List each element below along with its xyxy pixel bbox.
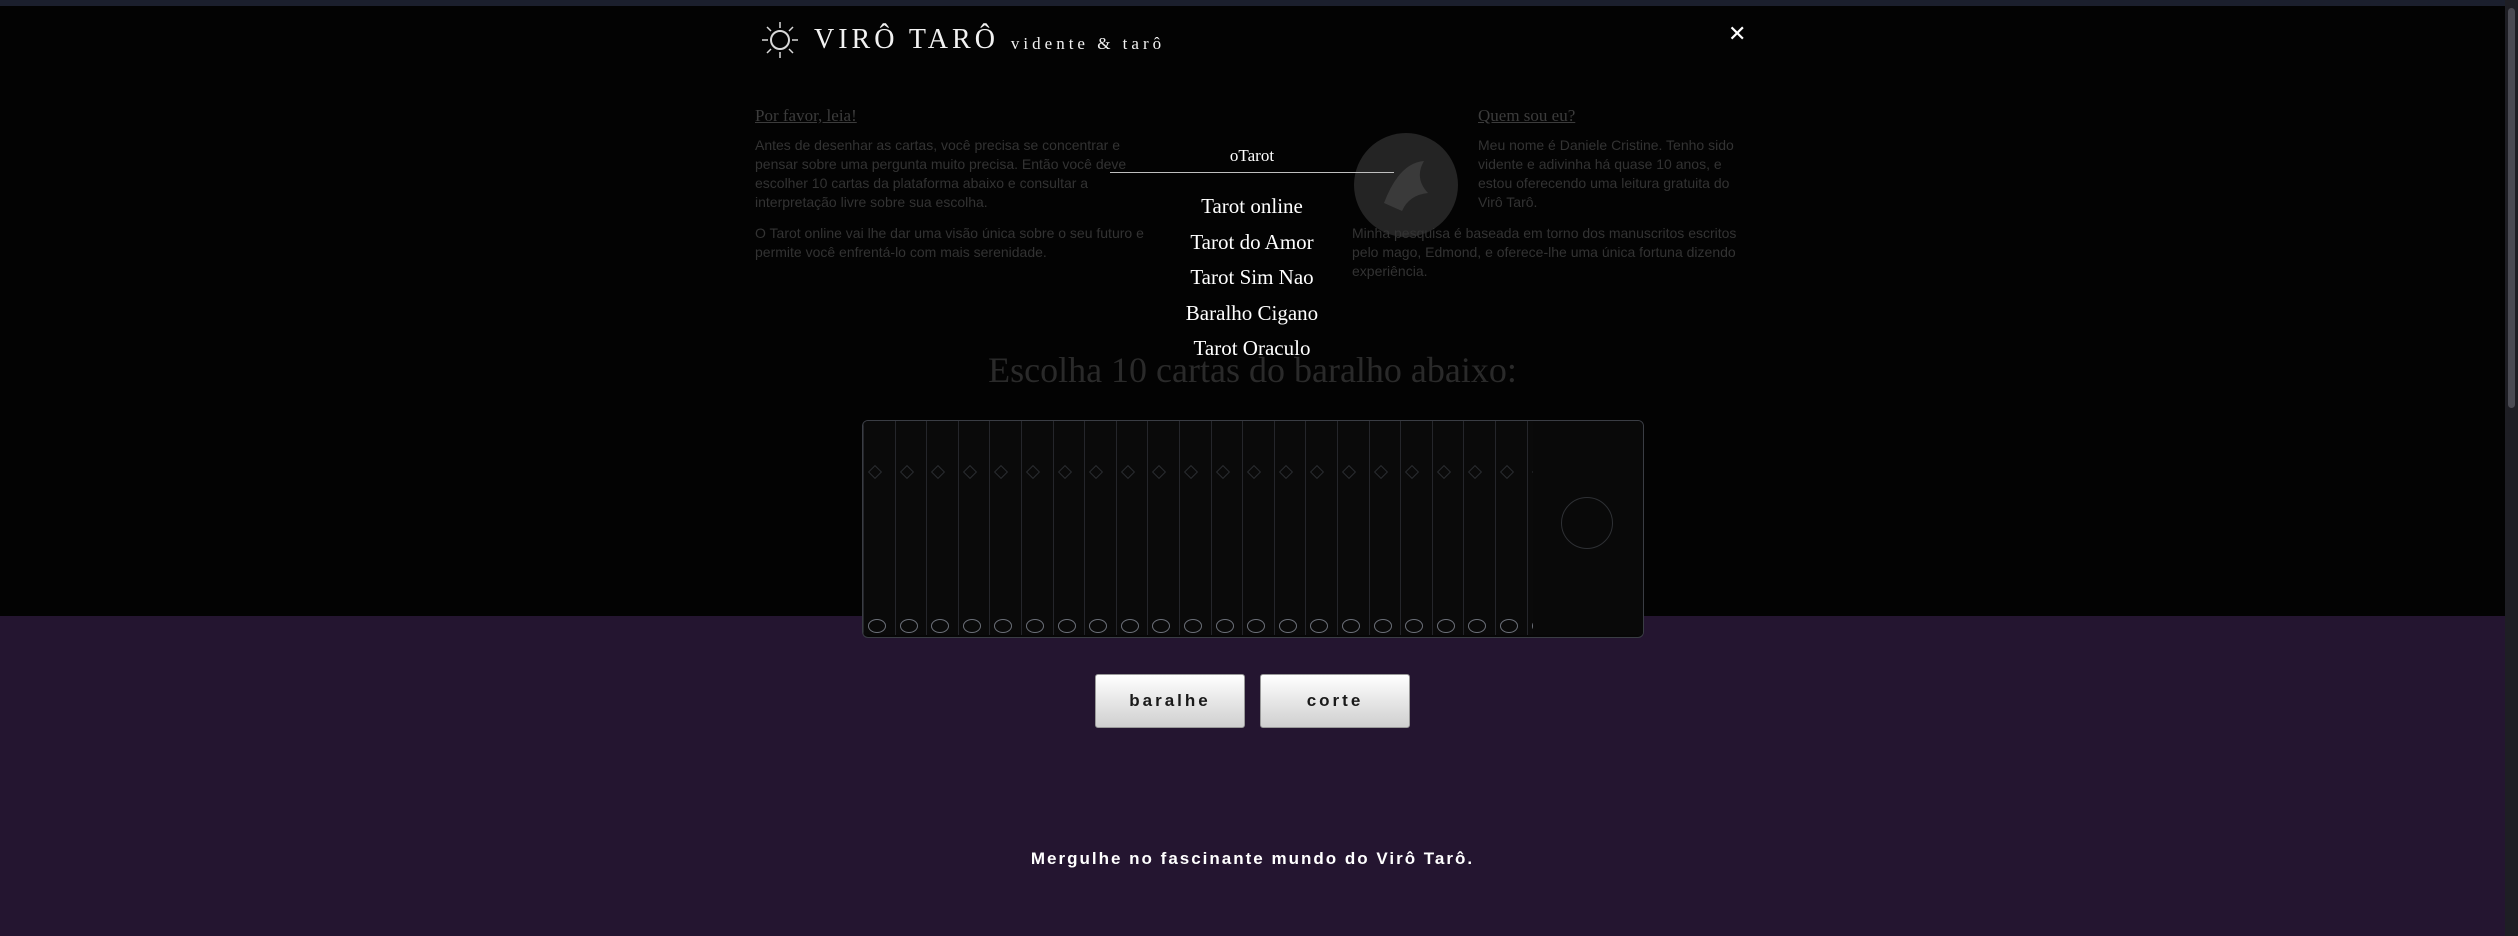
card-rose-icon bbox=[1373, 619, 1392, 633]
card-star-icon bbox=[1278, 464, 1293, 480]
card-sun-icon bbox=[1561, 497, 1613, 549]
card-star-icon bbox=[867, 464, 883, 480]
card-star-icon bbox=[899, 464, 914, 480]
deck-actions: baralhe corte bbox=[1095, 674, 1410, 728]
cut-button[interactable]: corte bbox=[1260, 674, 1410, 728]
menu-item-baralho-cigano[interactable]: Baralho Cigano bbox=[1110, 296, 1394, 332]
card-rose-icon bbox=[1057, 619, 1076, 633]
card-star-icon bbox=[1057, 464, 1072, 480]
brand-name: VIRÔ TARÔ bbox=[814, 24, 999, 55]
card-rose-icon bbox=[1500, 619, 1518, 633]
card-rose-icon bbox=[1310, 619, 1329, 633]
menu-item-tarot-oraculo[interactable]: Tarot Oraculo bbox=[1110, 331, 1394, 367]
card-star-icon bbox=[1152, 464, 1167, 480]
card-rose-icon bbox=[1184, 619, 1202, 633]
card-star-icon bbox=[1247, 464, 1262, 480]
brand[interactable]: VIRÔ TARÔ vidente & tarô bbox=[760, 20, 1165, 60]
card-rose-icon bbox=[1247, 619, 1266, 633]
left-paragraph-2: O Tarot online vai lhe dar uma visão úni… bbox=[755, 225, 1144, 260]
deck-top-card[interactable] bbox=[1533, 421, 1643, 635]
card-star-icon bbox=[1310, 464, 1325, 480]
menu-item-tarot-do-amor[interactable]: Tarot do Amor bbox=[1110, 225, 1394, 261]
card-deck[interactable] bbox=[862, 420, 1644, 638]
card-rose-icon bbox=[1278, 619, 1297, 633]
card-star-icon bbox=[1405, 464, 1420, 480]
card-star-icon bbox=[962, 464, 977, 480]
card-rose-icon bbox=[1152, 619, 1171, 633]
card-rose-icon bbox=[1089, 619, 1108, 633]
card-star-icon bbox=[1025, 464, 1041, 480]
left-heading: Por favor, leia! bbox=[755, 106, 857, 125]
shuffle-button[interactable]: baralhe bbox=[1095, 674, 1245, 728]
card-rose-icon bbox=[1215, 619, 1234, 633]
right-heading: Quem sou eu? bbox=[1478, 106, 1576, 125]
card-rose-icon bbox=[994, 619, 1013, 633]
card-rose-icon bbox=[1405, 619, 1424, 633]
card-star-icon bbox=[1468, 464, 1483, 480]
card-rose-icon bbox=[1120, 619, 1139, 633]
sun-logo-icon bbox=[762, 22, 798, 58]
scrollbar-thumb[interactable] bbox=[2508, 8, 2515, 408]
card-star-icon bbox=[1499, 464, 1515, 480]
card-rose-icon bbox=[899, 619, 918, 633]
card-rose-icon bbox=[868, 619, 886, 633]
card-rose-icon bbox=[1436, 619, 1455, 633]
menu-overlay: VIRÔ TARÔ vidente & tarô ✕ Por favor, le… bbox=[0, 6, 2505, 638]
card-star-icon bbox=[1373, 464, 1388, 480]
card-star-icon bbox=[1089, 464, 1104, 480]
brand-tagline: vidente & tarô bbox=[1010, 34, 1166, 53]
card-rose-icon bbox=[962, 619, 981, 633]
card-star-icon bbox=[931, 464, 946, 480]
card-star-icon bbox=[1120, 464, 1135, 480]
card-star-icon bbox=[1183, 464, 1199, 480]
card-star-icon bbox=[994, 464, 1009, 480]
card-rose-icon bbox=[1342, 619, 1360, 633]
left-paragraph-1: Antes de desenhar as cartas, você precis… bbox=[755, 137, 1127, 210]
main-menu: oTarot Tarot online Tarot do Amor Tarot … bbox=[1110, 146, 1394, 367]
right-paragraph-1: Meu nome é Daniele Cristine. Tenho sido … bbox=[1478, 137, 1734, 210]
scrollbar[interactable] bbox=[2505, 0, 2518, 936]
card-star-icon bbox=[1215, 464, 1230, 480]
menu-item-tarot-sim-nao[interactable]: Tarot Sim Nao bbox=[1110, 260, 1394, 296]
card-rose-icon bbox=[1026, 619, 1044, 633]
right-paragraph-2: Minha pesquisa é baseada em torno dos ma… bbox=[1352, 225, 1737, 279]
card-rose-icon bbox=[931, 619, 950, 633]
card-star-icon bbox=[1436, 464, 1451, 480]
menu-item-tarot-online[interactable]: Tarot online bbox=[1110, 189, 1394, 225]
menu-title[interactable]: oTarot bbox=[1110, 146, 1394, 173]
card-star-icon bbox=[1341, 464, 1357, 480]
card-rose-icon bbox=[1468, 619, 1487, 633]
footer-tagline: Mergulhe no fascinante mundo do Virô Tar… bbox=[1030, 849, 1475, 868]
close-icon[interactable]: ✕ bbox=[1728, 22, 1746, 47]
